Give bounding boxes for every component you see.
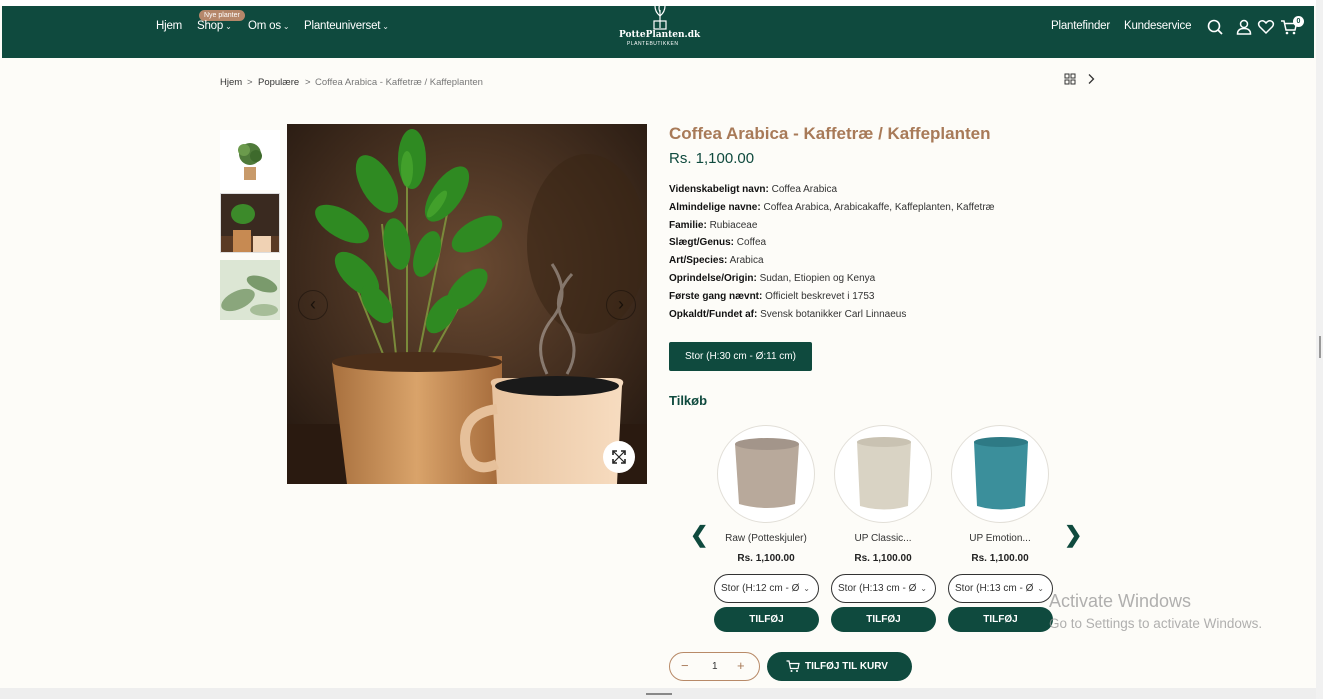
nav-plantefinder[interactable]: Plantefinder (1051, 20, 1110, 32)
cart-icon (786, 660, 800, 672)
addon-price: Rs. 1,100.00 (737, 553, 795, 564)
nav-om-os[interactable]: Om os ⌄ (248, 20, 290, 32)
chevron-down-icon: ⌄ (920, 584, 927, 593)
vertical-scrollbar-thumb[interactable] (1319, 336, 1321, 358)
pot-image (735, 438, 799, 508)
product-price: Rs. 1,100.00 (669, 150, 755, 167)
size-option-button[interactable]: Stor (H:30 cm - Ø:11 cm) (669, 342, 812, 371)
chevron-down-icon: ⌄ (1037, 584, 1044, 593)
search-icon[interactable] (1206, 18, 1224, 36)
coffee-plant-image (287, 124, 647, 484)
attribute-row: Opkaldt/Fundet af: Svensk botanikker Car… (669, 309, 907, 320)
nav-planteuniverset[interactable]: Planteuniverset ⌄ (304, 20, 389, 32)
addon-name[interactable]: Raw (Potteskjuler) (707, 533, 825, 544)
addon-add-button[interactable]: TILFØJ (714, 607, 819, 632)
horizontal-scrollbar-thumb[interactable] (646, 693, 672, 695)
windows-activation-hint: Go to Settings to activate Windows. (1049, 616, 1263, 631)
pot-image (857, 437, 911, 510)
attribute-row: Oprindelse/Origin: Sudan, Etiopien og Ke… (669, 273, 876, 284)
attribute-row: Familie: Rubiaceae (669, 220, 758, 231)
next-product-icon[interactable] (1085, 73, 1097, 85)
heart-icon[interactable] (1257, 18, 1275, 36)
thumbnail-3[interactable] (220, 260, 280, 320)
breadcrumb-current: Coffea Arabica - Kaffetræ / Kaffeplanten (315, 77, 483, 88)
chevron-down-icon: ⌄ (225, 22, 232, 31)
addon-image[interactable] (834, 425, 932, 523)
expand-icon (612, 450, 626, 464)
zoom-button[interactable] (603, 441, 635, 473)
add-to-cart-button[interactable]: TILFØJ TIL KURV (767, 652, 912, 681)
nav-hjem[interactable]: Hjem (156, 20, 182, 32)
addon-price: Rs. 1,100.00 (854, 553, 912, 564)
next-image-button[interactable]: › (606, 290, 636, 320)
addons-prev-button[interactable]: ❮ (690, 522, 708, 548)
site-logo[interactable]: PottePlanten.dk PLANTEBUTIKKEN (615, 3, 705, 48)
attribute-row: Almindelige navne: Coffea Arabica, Arabi… (669, 202, 995, 213)
attribute-row: Første gang nævnt: Officielt beskrevet i… (669, 291, 875, 302)
addon-image[interactable] (717, 425, 815, 523)
addon-size-select[interactable]: Stor (H:12 cm - Ø ⌄ (714, 574, 819, 603)
addon-image[interactable] (951, 425, 1049, 523)
cart-count-badge: 0 (1293, 16, 1304, 27)
chevron-down-icon: ⌄ (382, 22, 389, 31)
product-title: Coffea Arabica - Kaffetræ / Kaffeplanten (669, 124, 991, 143)
prev-image-button[interactable]: ‹ (298, 290, 328, 320)
addons-title: Tilkøb (669, 393, 708, 408)
plant-thumbnail-image (220, 130, 280, 190)
main-product-image[interactable] (287, 124, 647, 484)
nav-kundeservice[interactable]: Kundeservice (1124, 20, 1191, 32)
plant-logo-icon (653, 3, 667, 30)
addon-name[interactable]: UP Classic... (824, 533, 942, 544)
logo-subtitle: PLANTEBUTIKKEN (627, 41, 679, 47)
quantity-value[interactable]: 1 (712, 661, 718, 672)
add-to-cart-label: TILFØJ TIL KURV (805, 661, 888, 672)
addon-price: Rs. 1,100.00 (971, 553, 1029, 564)
logo-text: PottePlanten.dk (619, 30, 701, 40)
addons-next-button[interactable]: ❯ (1064, 522, 1082, 548)
user-icon[interactable] (1235, 18, 1253, 36)
thumbnail-1[interactable] (220, 130, 280, 190)
quantity-minus-button[interactable]: − (681, 658, 689, 673)
attribute-row: Slægt/Genus: Coffea (669, 237, 767, 248)
leaves-thumbnail-image (220, 260, 280, 320)
addon-add-button[interactable]: TILFØJ (948, 607, 1053, 632)
pot-image (974, 437, 1028, 510)
attribute-row: Videnskabeligt navn: Coffea Arabica (669, 184, 838, 195)
breadcrumb-hjem[interactable]: Hjem (220, 77, 242, 88)
addon-size-select[interactable]: Stor (H:13 cm - Ø ⌄ (948, 574, 1053, 603)
quantity-stepper: − 1 + (669, 652, 760, 681)
addon-name[interactable]: UP Emotion... (941, 533, 1059, 544)
chevron-down-icon: ⌄ (282, 22, 290, 31)
nav-shop[interactable]: Shop ⌄ (197, 20, 232, 32)
addon-add-button[interactable]: TILFØJ (831, 607, 936, 632)
addon-size-select[interactable]: Stor (H:13 cm - Ø ⌄ (831, 574, 936, 603)
chevron-down-icon: ⌄ (803, 584, 810, 593)
plant-mug-thumbnail-image (221, 194, 279, 252)
grid-icon[interactable] (1064, 73, 1076, 85)
quantity-plus-button[interactable]: + (737, 658, 745, 673)
breadcrumb-separator: > (247, 77, 253, 88)
thumbnail-2[interactable] (220, 193, 280, 253)
windows-activation-watermark: Activate Windows (1049, 591, 1192, 611)
breadcrumb-populaere[interactable]: Populære (258, 77, 299, 88)
breadcrumb-separator: > (305, 77, 311, 88)
attribute-row: Art/Species: Arabica (669, 255, 764, 266)
page (0, 0, 1316, 688)
